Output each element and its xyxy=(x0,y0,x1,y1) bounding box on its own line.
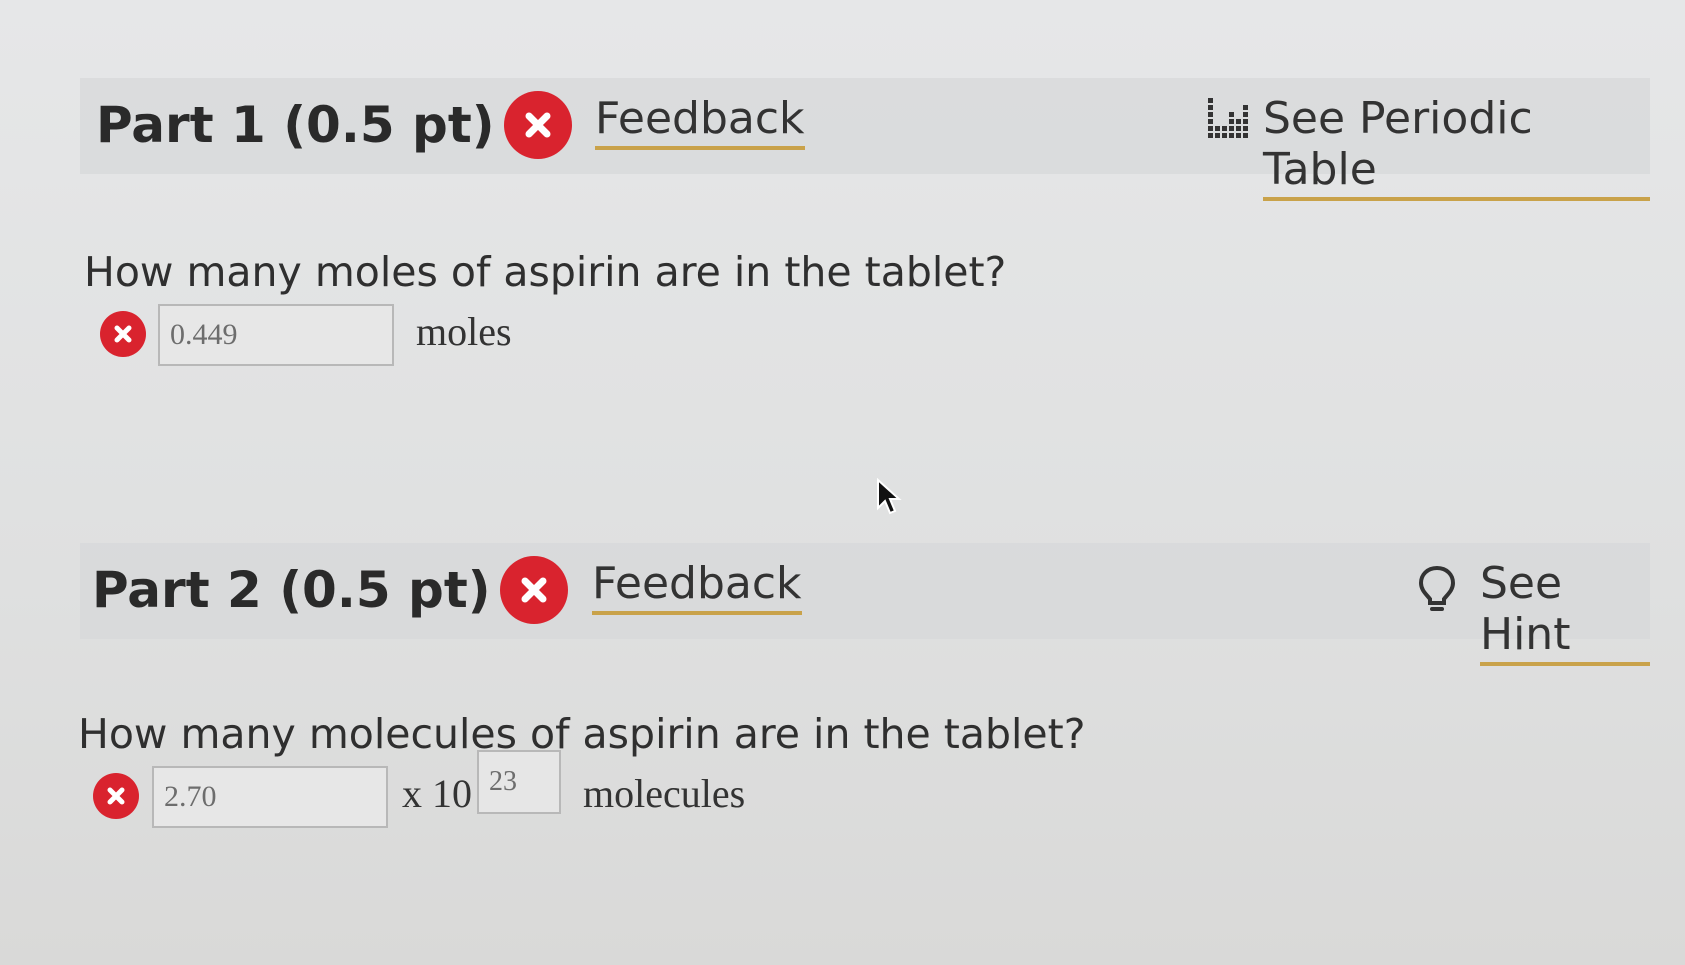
part2-unit-label: molecules xyxy=(583,771,746,816)
part1-question: How many moles of aspirin are in the tab… xyxy=(84,248,1007,296)
part1-title: Part 1 (0.5 pt) xyxy=(96,96,495,154)
close-icon xyxy=(525,112,551,138)
incorrect-icon[interactable] xyxy=(504,91,572,159)
periodic-table-icon[interactable] xyxy=(1208,96,1254,144)
exponent-input[interactable] xyxy=(477,750,561,814)
part2-answer-input[interactable] xyxy=(152,766,388,828)
feedback-link[interactable]: Feedback xyxy=(595,93,805,150)
close-icon xyxy=(114,325,132,343)
incorrect-icon[interactable] xyxy=(500,556,568,624)
part2-header: Part 2 (0.5 pt) Feedback See Hint xyxy=(80,543,1650,666)
lightbulb-icon[interactable] xyxy=(1418,565,1456,617)
see-hint-link[interactable]: See Hint xyxy=(1480,558,1650,666)
see-periodic-table-link[interactable]: See Periodic Table xyxy=(1263,93,1650,201)
feedback-link[interactable]: Feedback xyxy=(592,558,802,615)
part2-title: Part 2 (0.5 pt) xyxy=(92,561,491,619)
close-icon xyxy=(521,577,547,603)
times-ten-label: x 10 xyxy=(402,771,472,816)
part2-question: How many molecules of aspirin are in the… xyxy=(78,710,1086,758)
incorrect-answer-icon xyxy=(93,773,139,819)
mouse-cursor-icon xyxy=(876,477,902,520)
part1-header: Part 1 (0.5 pt) Feedback See Periodic Ta… xyxy=(80,78,1650,201)
close-icon xyxy=(107,787,125,805)
part1-answer-input[interactable] xyxy=(158,304,394,366)
incorrect-answer-icon xyxy=(100,311,146,357)
part1-unit-label: moles xyxy=(416,309,512,354)
